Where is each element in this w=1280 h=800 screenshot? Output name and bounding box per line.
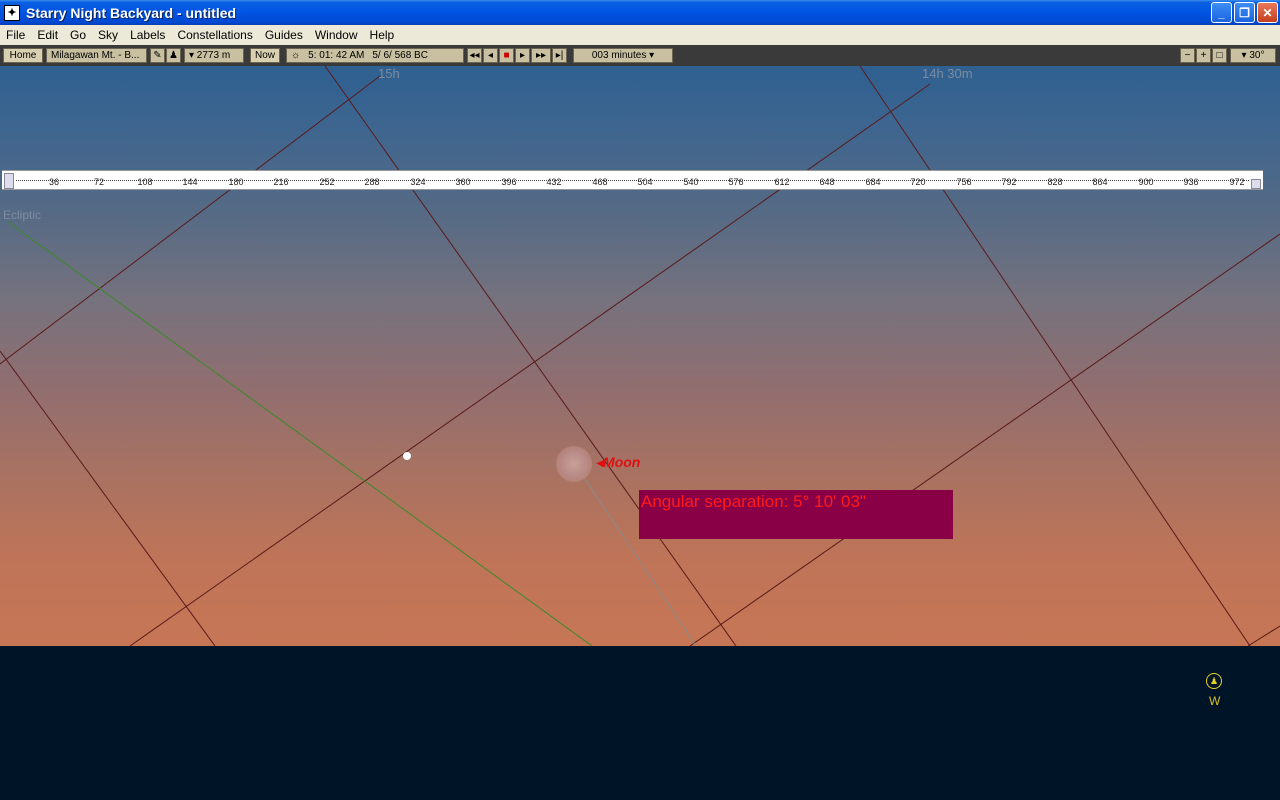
- ruler-tick: 468: [592, 177, 608, 187]
- ecliptic-label: Ecliptic: [3, 208, 42, 222]
- app-icon[interactable]: ✦: [4, 4, 20, 21]
- toolbar: Home Milagawan Mt. - B... ✎ ♟ ▾ 2773 m N…: [0, 45, 1280, 66]
- menu-help[interactable]: Help: [364, 28, 401, 42]
- grid-line: [0, 350, 216, 646]
- ruler-tick: 216: [273, 177, 289, 187]
- ruler-end-handle[interactable]: [1251, 179, 1261, 189]
- menu-file[interactable]: File: [0, 28, 31, 42]
- ruler-tick: 108: [137, 177, 153, 187]
- ruler-tick: 720: [910, 177, 926, 187]
- moon-object[interactable]: [556, 446, 592, 482]
- close-button[interactable]: ✕: [1257, 2, 1278, 23]
- ruler-tick: 972: [1229, 177, 1245, 187]
- horizon-ground[interactable]: [0, 646, 1280, 800]
- elevation-field[interactable]: ▾ 2773 m: [184, 48, 244, 63]
- sky-view[interactable]: 15h 14h 30m Ecliptic 36 72 108 144 180 2…: [0, 66, 1280, 646]
- grid-line: [324, 66, 737, 646]
- minimize-button[interactable]: _: [1211, 2, 1232, 23]
- time-date-field[interactable]: ☼ 5: 01: 42 AM 5/ 6/ 568 BC: [286, 48, 464, 63]
- step-forward-icon[interactable]: ▸|: [552, 48, 567, 63]
- zoom-in-icon[interactable]: +: [1196, 48, 1211, 63]
- ruler-tick: 576: [728, 177, 744, 187]
- ruler-tick: 144: [182, 177, 198, 187]
- ruler-tick: 288: [364, 177, 380, 187]
- ecliptic-line: [7, 221, 593, 646]
- ruler-scale: [16, 180, 1249, 181]
- ruler-tick: 792: [1001, 177, 1017, 187]
- stop-icon[interactable]: ■: [499, 48, 514, 63]
- zoom-out-icon[interactable]: −: [1180, 48, 1195, 63]
- step-back-fast-icon[interactable]: ◂◂: [467, 48, 482, 63]
- ruler-tick: 432: [546, 177, 562, 187]
- ra-label: 14h 30m: [922, 66, 973, 81]
- observer-icon[interactable]: ♟: [166, 48, 181, 63]
- menu-labels[interactable]: Labels: [124, 28, 171, 42]
- ra-label: 15h: [378, 66, 400, 81]
- ruler-tick: 180: [228, 177, 244, 187]
- ruler-tick: 36: [48, 177, 60, 187]
- grid-line: [859, 66, 1251, 646]
- now-button[interactable]: Now: [250, 48, 280, 63]
- grid-line: [0, 75, 381, 365]
- grid-line: [1247, 625, 1280, 646]
- menu-guides[interactable]: Guides: [259, 28, 309, 42]
- zoom-box-icon[interactable]: □: [1212, 48, 1227, 63]
- date-value: 5/ 6/ 568 BC: [372, 50, 428, 61]
- compass-direction-label: W: [1209, 694, 1221, 708]
- ruler-tick: 612: [774, 177, 790, 187]
- ruler-tick: 540: [683, 177, 699, 187]
- label-pointer-icon: ◂: [596, 454, 604, 470]
- ruler-tick: 360: [455, 177, 471, 187]
- grid-line: [689, 233, 1280, 646]
- ruler-tick: 504: [637, 177, 653, 187]
- ruler-tick: 396: [501, 177, 517, 187]
- ruler-tick: 648: [819, 177, 835, 187]
- menu-go[interactable]: Go: [64, 28, 92, 42]
- play-icon[interactable]: ▸: [515, 48, 530, 63]
- menu-constellations[interactable]: Constellations: [171, 28, 258, 42]
- compass-icon: ♟: [1206, 673, 1222, 689]
- ruler-tick: 72: [93, 177, 105, 187]
- angular-ruler[interactable]: 36 72 108 144 180 216 252 288 324 360 39…: [2, 170, 1263, 190]
- ruler-tick: 828: [1047, 177, 1063, 187]
- ruler-tick: 900: [1138, 177, 1154, 187]
- star[interactable]: [403, 452, 411, 460]
- fast-forward-icon[interactable]: ▸▸: [531, 48, 551, 63]
- ruler-tick: 864: [1092, 177, 1108, 187]
- moon-label-text: Moon: [603, 454, 641, 470]
- step-back-icon[interactable]: ◂: [483, 48, 498, 63]
- ruler-tick: 756: [956, 177, 972, 187]
- ruler-tick: 684: [865, 177, 881, 187]
- sun-icon: ☼: [291, 50, 301, 61]
- menu-bar: File Edit Go Sky Labels Constellations G…: [0, 25, 1280, 45]
- ruler-tick: 936: [1183, 177, 1199, 187]
- title-bar: ✦ Starry Night Backyard - untitled _ ❐ ✕: [0, 0, 1280, 25]
- sky-grid: [0, 66, 1280, 646]
- time-step-select[interactable]: 003 minutes ▾: [573, 48, 673, 63]
- angular-separation-readout: Angular separation: 5° 10' 03": [639, 490, 953, 539]
- menu-window[interactable]: Window: [309, 28, 364, 42]
- location-field[interactable]: Milagawan Mt. - B...: [46, 48, 147, 63]
- menu-sky[interactable]: Sky: [92, 28, 124, 42]
- home-button[interactable]: Home: [3, 48, 43, 63]
- maximize-button[interactable]: ❐: [1234, 2, 1255, 23]
- moon-label[interactable]: ◂Moon: [596, 454, 640, 471]
- edit-location-icon[interactable]: ✎: [150, 48, 165, 63]
- window-title: Starry Night Backyard - untitled: [26, 4, 237, 21]
- menu-edit[interactable]: Edit: [31, 28, 64, 42]
- ruler-tick: 324: [410, 177, 426, 187]
- zoom-select[interactable]: ▾ 30°: [1230, 48, 1276, 63]
- ruler-tick: 252: [319, 177, 335, 187]
- ruler-start-handle[interactable]: [4, 173, 14, 189]
- time-value: 5: 01: 42 AM: [308, 50, 365, 61]
